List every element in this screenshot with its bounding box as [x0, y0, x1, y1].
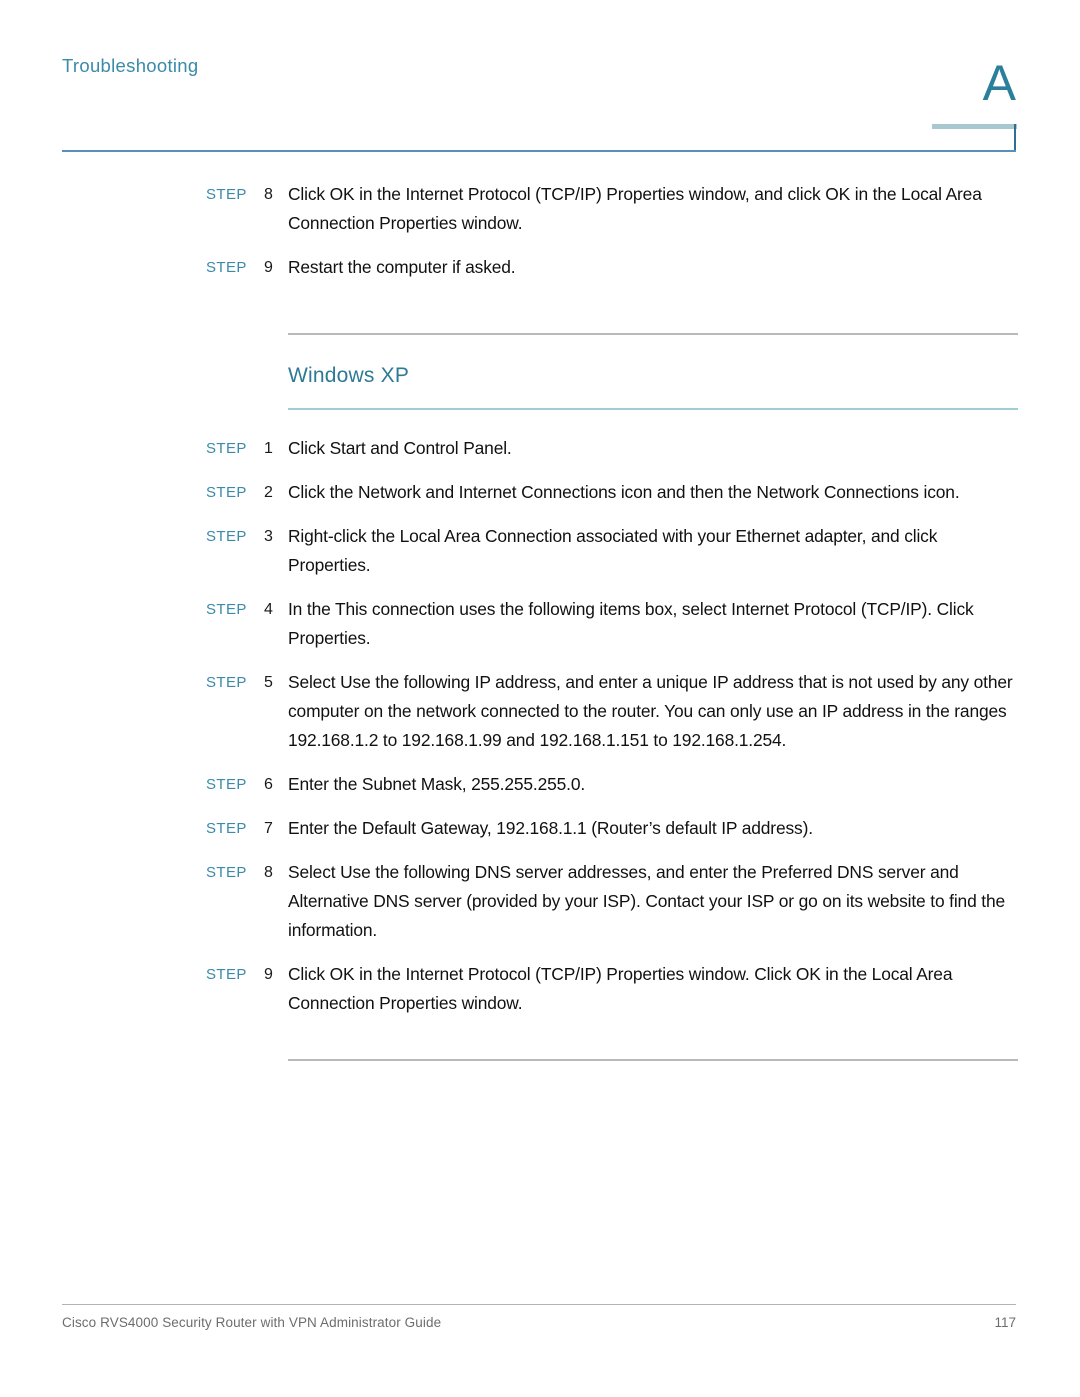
step-list-windows-xp: STEP 1 Click Start and Control Panel. ST…	[206, 434, 1018, 1018]
step-text: In the This connection uses the followin…	[288, 599, 974, 648]
step-number: 8	[264, 864, 273, 881]
section-heading: Windows XP	[288, 364, 410, 387]
step-text: Select Use the following DNS server addr…	[288, 862, 1005, 940]
step-text: Select Use the following IP address, and…	[288, 672, 1013, 750]
document-page: Troubleshooting A STEP 8 Click OK in the…	[0, 0, 1080, 1397]
step-label: STEP	[206, 440, 247, 457]
step-label: STEP	[206, 966, 247, 983]
step-label: STEP	[206, 601, 247, 618]
step-label: STEP	[206, 259, 247, 276]
footer-guide-title: Cisco RVS4000 Security Router with VPN A…	[62, 1315, 442, 1330]
step-label: STEP	[206, 776, 247, 793]
step-number: 4	[264, 601, 273, 618]
step-number: 2	[264, 484, 273, 501]
step-item: STEP 9 Restart the computer if asked.	[206, 253, 1018, 282]
appendix-letter: A	[982, 55, 1016, 111]
step-item: STEP 8 Click OK in the Internet Protocol…	[206, 180, 1018, 238]
header-horizontal-rule	[62, 150, 1016, 152]
step-item: STEP 2 Click the Network and Internet Co…	[206, 478, 1018, 507]
step-text: Click OK in the Internet Protocol (TCP/I…	[288, 964, 953, 1013]
step-list-continued: STEP 8 Click OK in the Internet Protocol…	[206, 180, 1018, 282]
step-number: 9	[264, 259, 273, 276]
step-item: STEP 6 Enter the Subnet Mask, 255.255.25…	[206, 770, 1018, 799]
step-item: STEP 5 Select Use the following IP addre…	[206, 668, 1018, 755]
step-number: 1	[264, 440, 273, 457]
step-text: Right-click the Local Area Connection as…	[288, 526, 938, 575]
step-number: 7	[264, 820, 273, 837]
step-item: STEP 3 Right-click the Local Area Connec…	[206, 522, 1018, 580]
section-divider-bottom	[288, 1059, 1018, 1061]
step-text: Click OK in the Internet Protocol (TCP/I…	[288, 184, 982, 233]
step-item: STEP 9 Click OK in the Internet Protocol…	[206, 960, 1018, 1018]
step-label: STEP	[206, 186, 247, 203]
step-text: Click Start and Control Panel.	[288, 438, 512, 458]
step-label: STEP	[206, 864, 247, 881]
header-accent-bar	[932, 124, 1017, 129]
footer-page-number: 117	[994, 1315, 1016, 1330]
step-label: STEP	[206, 528, 247, 545]
step-label: STEP	[206, 820, 247, 837]
step-label: STEP	[206, 674, 247, 691]
step-text: Restart the computer if asked.	[288, 257, 516, 277]
step-number: 6	[264, 776, 273, 793]
step-item: STEP 7 Enter the Default Gateway, 192.16…	[206, 814, 1018, 843]
step-number: 8	[264, 186, 273, 203]
step-number: 5	[264, 674, 273, 691]
step-item: STEP 8 Select Use the following DNS serv…	[206, 858, 1018, 945]
running-header-title: Troubleshooting	[62, 55, 199, 76]
step-number: 9	[264, 966, 273, 983]
step-text: Enter the Subnet Mask, 255.255.255.0.	[288, 774, 586, 794]
step-item: STEP 4 In the This connection uses the f…	[206, 595, 1018, 653]
page-content: STEP 8 Click OK in the Internet Protocol…	[206, 180, 1018, 1061]
step-label: STEP	[206, 484, 247, 501]
step-text: Click the Network and Internet Connectio…	[288, 482, 960, 502]
footer-rule	[62, 1304, 1016, 1305]
header-vertical-rule	[1014, 124, 1016, 152]
step-number: 3	[264, 528, 273, 545]
step-text: Enter the Default Gateway, 192.168.1.1 (…	[288, 818, 813, 838]
step-item: STEP 1 Click Start and Control Panel.	[206, 434, 1018, 463]
